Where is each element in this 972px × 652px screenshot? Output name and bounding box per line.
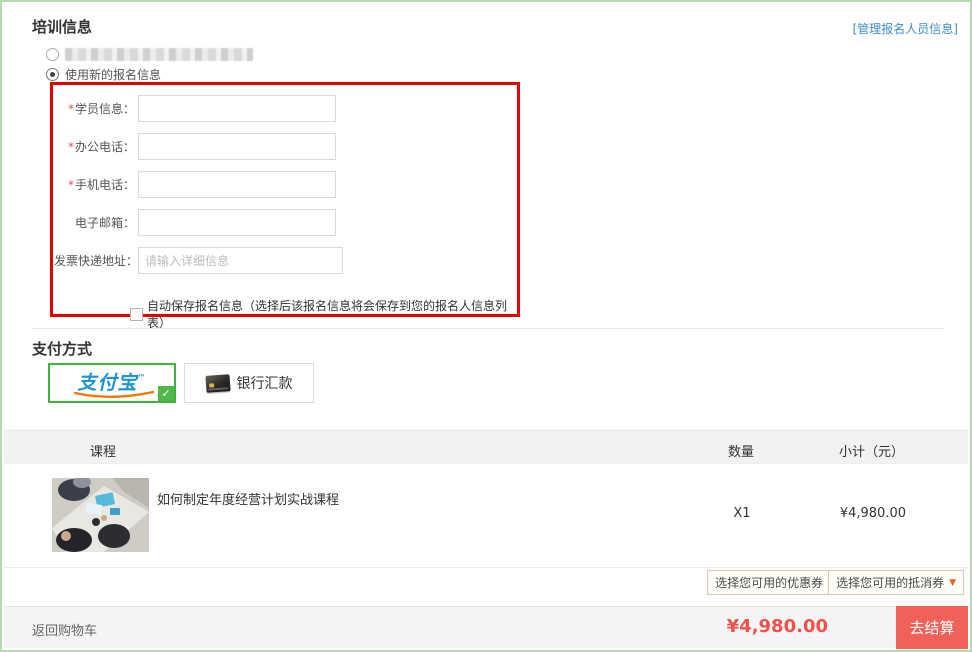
email-field[interactable]	[138, 209, 336, 236]
back-to-cart-link[interactable]: 返回购物车	[32, 620, 97, 639]
manage-registrants-link[interactable]: [管理报名人员信息]	[853, 20, 958, 37]
office-phone-row: *办公电话：	[53, 133, 336, 160]
mobile-phone-row: *手机电话：	[53, 171, 336, 198]
trademark-mark: ™	[138, 373, 147, 382]
coupon-dropdown[interactable]: 选择您可用的优惠券 ▼	[707, 570, 843, 595]
coupon-dropdown-label: 选择您可用的优惠券	[715, 574, 823, 591]
new-info-option[interactable]: 使用新的报名信息	[46, 66, 161, 83]
required-mark: *	[68, 178, 74, 192]
invoice-address-label: 发票快递地址：	[53, 252, 135, 269]
section-divider	[32, 328, 944, 329]
column-header-course: 课程	[90, 441, 116, 460]
voucher-dropdown[interactable]: 选择您可用的抵消券 ▼	[828, 570, 964, 595]
checkout-button[interactable]: 去结算	[896, 606, 968, 649]
mobile-phone-label: *手机电话：	[53, 176, 135, 193]
course-quantity: X1	[726, 506, 758, 521]
student-info-label: *学员信息：	[53, 100, 135, 117]
alipay-logo: 支付宝™	[77, 374, 146, 393]
checkout-page: 培训信息 [管理报名人员信息] 使用新的报名信息 *学员信息： *办公电话： *…	[0, 0, 972, 652]
auto-save-row: 自动保存报名信息（选择后该报名信息将会保存到您的报名人信息列表）	[130, 297, 517, 331]
payment-method-title: 支付方式	[32, 338, 92, 359]
invoice-address-input[interactable]	[138, 247, 343, 274]
voucher-dropdown-label: 选择您可用的抵消券	[836, 574, 944, 591]
table-row: 如何制定年度经营计划实战课程 X1 ¥4,980.00	[4, 464, 968, 568]
payment-option-alipay[interactable]: 支付宝™ ✓	[48, 363, 176, 403]
alipay-swoosh-icon	[71, 390, 157, 400]
column-header-quantity: 数量	[728, 441, 754, 460]
course-subtotal: ¥4,980.00	[840, 506, 906, 521]
required-mark: *	[68, 140, 74, 154]
training-info-title: 培训信息	[32, 16, 92, 37]
payment-option-bank-transfer[interactable]: 银行汇款	[184, 363, 314, 403]
chevron-down-icon: ▼	[949, 578, 956, 588]
credit-card-icon	[205, 374, 230, 393]
redacted-saved-info	[65, 48, 253, 61]
required-mark: *	[68, 102, 74, 116]
saved-info-option[interactable]	[46, 48, 253, 61]
invoice-address-row: 发票快递地址：	[53, 247, 343, 274]
checkout-footer-bar: 返回购物车 ¥4,980.00 去结算	[4, 606, 968, 648]
column-header-subtotal: 小计（元）	[839, 441, 904, 460]
email-label: 电子邮箱：	[53, 214, 135, 231]
selected-check-icon: ✓	[158, 386, 174, 401]
radio-selected-icon[interactable]	[46, 68, 59, 81]
new-info-option-label: 使用新的报名信息	[65, 66, 161, 83]
radio-unselected-icon[interactable]	[46, 48, 59, 61]
office-phone-input[interactable]	[138, 133, 336, 160]
student-info-input[interactable]	[138, 95, 336, 122]
course-title: 如何制定年度经营计划实战课程	[157, 489, 339, 508]
auto-save-label: 自动保存报名信息（选择后该报名信息将会保存到您的报名人信息列表）	[147, 297, 517, 331]
registration-form-frame: *学员信息： *办公电话： *手机电话： 电子邮箱： 发票快递地址： 自动保存报…	[50, 82, 520, 317]
mobile-phone-input[interactable]	[138, 171, 336, 198]
office-phone-label: *办公电话：	[53, 138, 135, 155]
course-thumbnail[interactable]	[52, 478, 149, 552]
student-info-row: *学员信息：	[53, 95, 336, 122]
order-total: ¥4,980.00	[727, 616, 828, 637]
email-row: 电子邮箱：	[53, 209, 336, 236]
order-table-header: 课程 数量 小计（元）	[4, 430, 968, 464]
auto-save-checkbox[interactable]	[130, 308, 143, 321]
bank-transfer-label: 银行汇款	[237, 373, 293, 393]
